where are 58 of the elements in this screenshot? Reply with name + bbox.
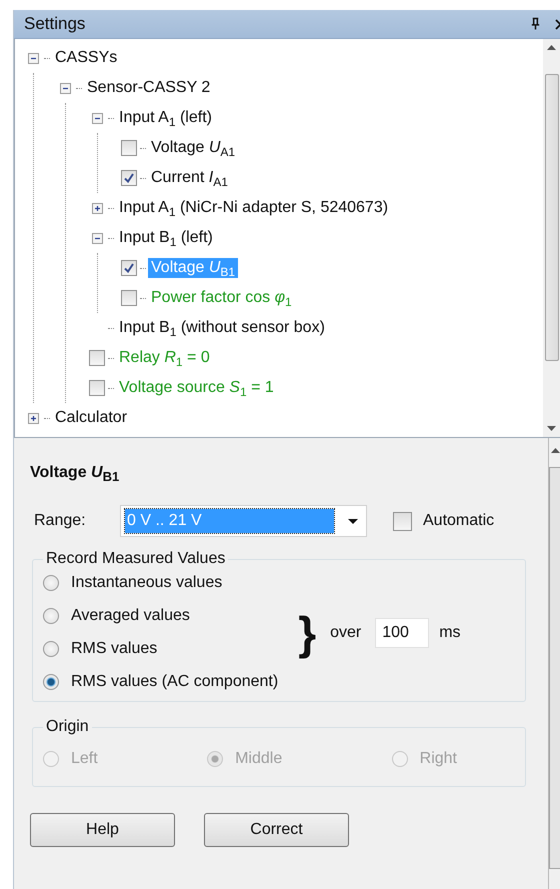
radio-label: Averaged values xyxy=(71,607,190,625)
tree-item[interactable]: Input B$_{1}$ (without sensor box) xyxy=(116,318,328,338)
collapse-icon[interactable] xyxy=(60,82,70,94)
collapse-icon[interactable] xyxy=(28,52,38,64)
tree-item[interactable]: Power factor cos φ$_{1}$ xyxy=(148,288,295,308)
scroll-down-icon[interactable] xyxy=(547,426,556,431)
panel-title: Settings xyxy=(24,14,86,34)
group-title: Record Measured Values xyxy=(45,550,226,568)
tree-item[interactable]: Relay R$_{1}$ = 0 xyxy=(116,348,213,368)
tree-item[interactable]: Current I$_{A1}$ xyxy=(148,168,231,188)
check-icon xyxy=(123,262,135,274)
check-icon xyxy=(123,172,135,184)
tree-item[interactable]: Voltage U$_{A1}$ xyxy=(148,138,238,158)
collapse-icon[interactable] xyxy=(92,232,102,244)
radio-label: RMS values (AC component) xyxy=(71,673,278,691)
scrollbar-thumb[interactable] xyxy=(549,467,560,869)
radio-label: Right xyxy=(420,750,457,768)
tree-item[interactable]: Input A$_{1}$ (left) xyxy=(116,108,215,128)
radio-label: Instantaneous values xyxy=(71,574,222,592)
pin-icon[interactable] xyxy=(530,17,541,31)
dialog-button[interactable]: Help xyxy=(30,813,175,847)
radio-button[interactable] xyxy=(43,674,59,690)
section-title: Voltage U$_{B1}$ xyxy=(30,464,120,482)
tree-item[interactable]: CASSYs xyxy=(52,48,120,68)
tree-checkbox[interactable] xyxy=(89,380,105,396)
dialog-button[interactable]: Correct xyxy=(204,813,349,847)
automatic-checkbox[interactable] xyxy=(393,512,412,530)
scrollbar-thumb[interactable] xyxy=(544,74,558,361)
scrollbar[interactable] xyxy=(543,39,560,437)
tree-checkbox[interactable] xyxy=(89,350,105,366)
tree-item[interactable]: Input B$_{1}$ (left) xyxy=(116,228,216,248)
scroll-up-icon[interactable] xyxy=(547,45,556,50)
range-label: Range: xyxy=(33,512,87,530)
unit-label: ms xyxy=(439,624,461,642)
collapse-icon[interactable] xyxy=(92,112,102,124)
interval-field[interactable]: 100 xyxy=(375,618,430,648)
automatic-label: Automatic xyxy=(423,512,494,530)
tree-item[interactable]: Input A$_{1}$ (NiCr-Ni adapter S, 5240673) xyxy=(116,198,392,218)
tree-checkbox[interactable] xyxy=(121,140,137,156)
radio-button[interactable] xyxy=(43,608,59,624)
expand-icon[interactable] xyxy=(28,412,38,424)
scroll-up-icon[interactable] xyxy=(550,448,560,453)
radio-button[interactable] xyxy=(43,641,59,657)
tree-item[interactable]: Voltage source S$_{1}$ = 1 xyxy=(116,378,277,398)
tree-item[interactable]: Calculator xyxy=(52,408,130,428)
expand-icon[interactable] xyxy=(92,202,102,214)
tree-item[interactable]: Sensor-CASSY 2 xyxy=(84,78,214,98)
tree-checkbox[interactable] xyxy=(121,260,137,276)
group-title: Origin xyxy=(45,718,90,736)
tree-checkbox[interactable] xyxy=(121,170,137,186)
tree-checkbox[interactable] xyxy=(121,290,137,306)
radio-label: Left xyxy=(71,750,98,768)
scrollbar[interactable] xyxy=(548,438,560,889)
caret-icon xyxy=(348,518,358,524)
over-label: over xyxy=(330,624,362,642)
radio-label: RMS values xyxy=(71,640,158,658)
radio-button[interactable] xyxy=(43,575,59,591)
radio-label: Middle xyxy=(235,750,282,768)
